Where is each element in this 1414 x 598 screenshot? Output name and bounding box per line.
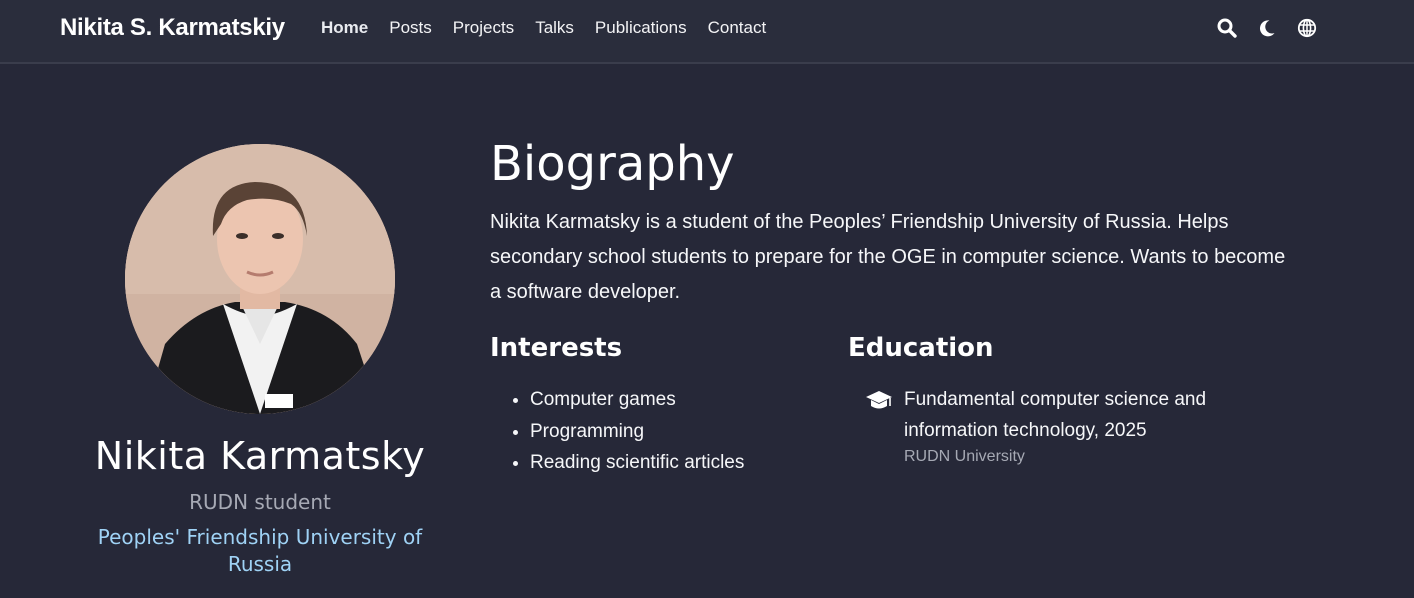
nav-projects[interactable]: Projects [453, 18, 514, 38]
profile-avatar [125, 144, 395, 414]
nav-talks[interactable]: Talks [535, 18, 574, 38]
profile-organization-link[interactable]: Peoples' Friendship University of Russia [70, 524, 450, 578]
nav-publications[interactable]: Publications [595, 18, 687, 38]
biography-text: Nikita Karmatsky is a student of the Peo… [490, 211, 1286, 303]
interests-heading: Interests [490, 333, 623, 363]
moon-icon[interactable] [1257, 18, 1277, 38]
profile-photo [125, 144, 395, 414]
interest-item: Reading scientific articles [530, 447, 744, 479]
nav-home[interactable]: Home [321, 18, 368, 38]
profile-role: RUDN student [189, 490, 331, 514]
graduation-cap-icon [866, 391, 892, 409]
interest-item: Programming [530, 416, 744, 448]
nav-posts[interactable]: Posts [389, 18, 432, 38]
education-course: Fundamental computer science and informa… [904, 389, 1207, 441]
interests-list: Computer games Programming Reading scien… [490, 384, 744, 479]
top-navbar: Nikita S. Karmatskiy Home Posts Projects… [0, 0, 1414, 64]
main-nav: Home Posts Projects Talks Publications C… [321, 18, 766, 38]
interest-item: Computer games [530, 384, 744, 416]
nav-contact[interactable]: Contact [708, 18, 767, 38]
biography-title: Biography [490, 136, 735, 192]
search-icon[interactable] [1217, 18, 1237, 38]
site-brand[interactable]: Nikita S. Karmatskiy [60, 14, 285, 42]
profile-name: Nikita Karmatsky [94, 434, 426, 478]
nav-icon-group [1217, 18, 1317, 38]
globe-icon[interactable] [1297, 18, 1317, 38]
education-heading: Education [848, 333, 994, 363]
education-institution: RUDN University [904, 448, 1025, 465]
